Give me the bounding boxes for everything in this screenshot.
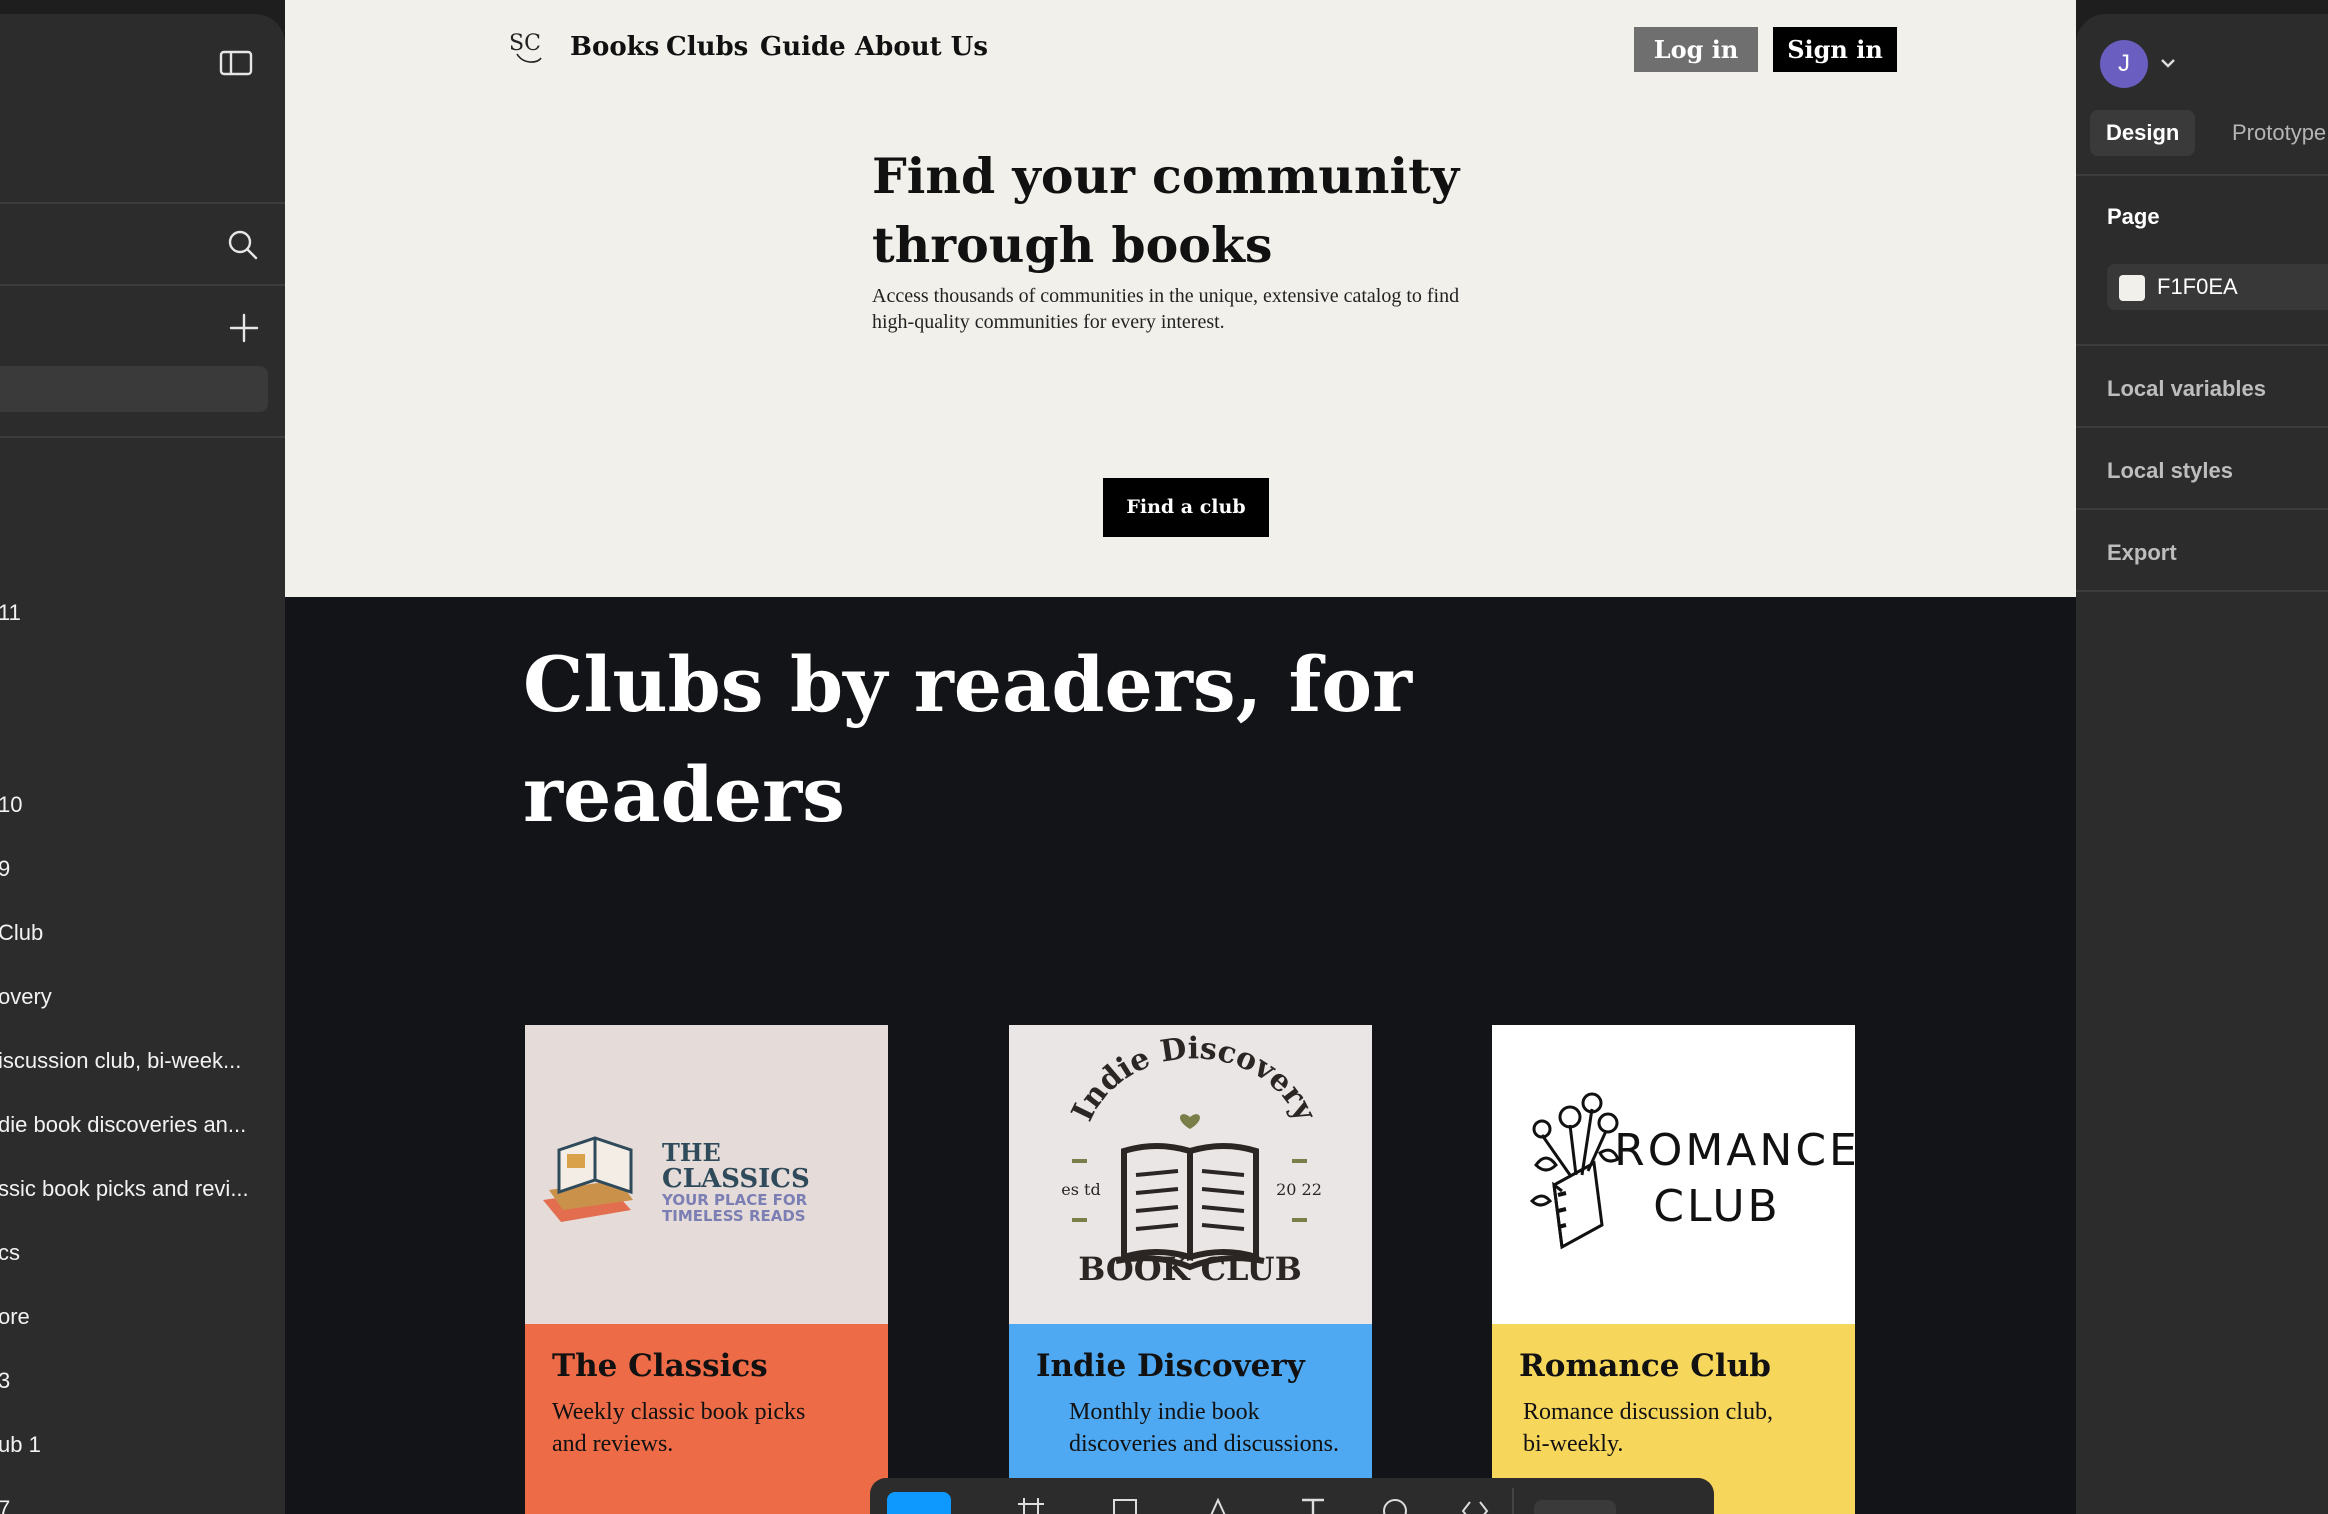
website-frame: SC Books Clubs Guide About Us Log in Sig… bbox=[285, 0, 2076, 1514]
selected-page-row[interactable] bbox=[0, 366, 268, 412]
local-variables-section[interactable]: Local variables bbox=[2107, 376, 2266, 402]
dev-mode-toggle[interactable] bbox=[1534, 1500, 1616, 1514]
divider bbox=[2076, 426, 2328, 428]
nav-link-about-us[interactable]: About Us bbox=[855, 32, 988, 62]
bottom-toolbar bbox=[870, 1478, 1714, 1514]
svg-text:20 22: 20 22 bbox=[1276, 1180, 1322, 1199]
club-card-image: THE CLASSICS YOUR PLACE FOR TIMELESS REA… bbox=[525, 1025, 888, 1324]
layer-row[interactable]: iscussion club, bi-week... bbox=[0, 1041, 278, 1081]
club-card-title: Romance Club bbox=[1519, 1348, 1771, 1384]
layer-row[interactable]: ub 1 bbox=[0, 1425, 278, 1465]
search-icon[interactable] bbox=[226, 228, 260, 262]
club-card-image: ROMANCE CLUB bbox=[1492, 1025, 1855, 1324]
text-tool-icon[interactable] bbox=[1298, 1496, 1328, 1514]
pen-tool-icon[interactable] bbox=[1204, 1496, 1234, 1514]
frame-tool-icon[interactable] bbox=[1016, 1496, 1046, 1514]
club-card-title: Indie Discovery bbox=[1036, 1348, 1305, 1384]
svg-text:es td: es td bbox=[1061, 1180, 1100, 1199]
divider bbox=[2076, 174, 2328, 176]
club-card-indie-discovery[interactable]: Indie Discovery es td 20 22 BOOK CLUB In… bbox=[1009, 1025, 1372, 1514]
tab-design[interactable]: Design bbox=[2090, 110, 2196, 156]
svg-text:SC: SC bbox=[509, 31, 541, 56]
properties-panel: J Design Prototype Page F1F0EA Local var… bbox=[2076, 14, 2328, 1514]
plus-icon[interactable] bbox=[228, 312, 260, 344]
divider bbox=[0, 202, 285, 204]
club-card-description: Weekly classic book picks and reviews. bbox=[552, 1399, 806, 1457]
layer-row[interactable]: 10 bbox=[0, 785, 278, 825]
indie-discovery-logo: Indie Discovery es td 20 22 BOOK CLUB bbox=[1061, 1031, 1323, 1288]
export-section[interactable]: Export bbox=[2107, 540, 2177, 566]
svg-text:ROMANCE: ROMANCE bbox=[1614, 1125, 1855, 1176]
page-label: Page bbox=[2107, 204, 2160, 229]
divider bbox=[2076, 344, 2328, 346]
svg-text:BOOK CLUB: BOOK CLUB bbox=[1078, 1250, 1302, 1288]
hero-title: Find your community through books bbox=[872, 147, 1460, 274]
avatar[interactable]: J bbox=[2100, 40, 2148, 88]
tab-prototype[interactable]: Prototype bbox=[2216, 110, 2328, 156]
layer-row[interactable]: 11 bbox=[0, 593, 278, 633]
chevron-down-icon[interactable] bbox=[2159, 56, 2177, 70]
local-styles-section[interactable]: Local styles bbox=[2107, 458, 2233, 484]
layer-row[interactable]: overy bbox=[0, 977, 278, 1017]
nav-link-guide[interactable]: Guide bbox=[760, 32, 846, 62]
sidebar-toggle-icon[interactable] bbox=[219, 49, 253, 77]
layer-row[interactable]: cs bbox=[0, 1233, 278, 1273]
toolbar-divider bbox=[1512, 1488, 1514, 1514]
page-color-swatch[interactable] bbox=[2119, 275, 2145, 301]
layer-row[interactable]: 9 bbox=[0, 849, 278, 889]
divider bbox=[2076, 508, 2328, 510]
move-tool-icon[interactable] bbox=[887, 1492, 951, 1514]
club-card-the-classics[interactable]: THE CLASSICS YOUR PLACE FOR TIMELESS REA… bbox=[525, 1025, 888, 1514]
site-logo[interactable]: SC bbox=[509, 28, 543, 66]
page-color-value[interactable]: F1F0EA bbox=[2157, 274, 2238, 300]
club-card-body: The Classics Weekly classic book picks a… bbox=[525, 1324, 888, 1514]
layer-row[interactable]: ssic book picks and revi... bbox=[0, 1169, 278, 1209]
svg-text:TIMELESS READS: TIMELESS READS bbox=[662, 1207, 806, 1225]
club-card-title: The Classics bbox=[552, 1348, 768, 1384]
club-card-description: Monthly indie book discoveries and discu… bbox=[1069, 1399, 1339, 1457]
layer-row[interactable]: Club bbox=[0, 913, 278, 953]
svg-text:CLUB: CLUB bbox=[1653, 1181, 1780, 1232]
svg-text:CLASSICS: CLASSICS bbox=[662, 1164, 810, 1194]
nav-link-books[interactable]: Books bbox=[570, 32, 659, 62]
layer-row[interactable]: 3 bbox=[0, 1361, 278, 1401]
club-card-romance-club[interactable]: ROMANCE CLUB Romance Club Romance discus… bbox=[1492, 1025, 1855, 1514]
divider bbox=[0, 284, 285, 286]
classics-logo: THE CLASSICS YOUR PLACE FOR TIMELESS REA… bbox=[543, 1136, 810, 1225]
hero-subtitle: Access thousands of communities in the u… bbox=[872, 285, 1460, 333]
nav-link-clubs[interactable]: Clubs bbox=[666, 32, 748, 62]
page-color-field[interactable]: F1F0EA bbox=[2107, 264, 2328, 310]
code-tool-icon[interactable] bbox=[1460, 1496, 1490, 1514]
svg-text:Indie Discovery: Indie Discovery bbox=[1065, 1031, 1323, 1128]
divider bbox=[0, 436, 285, 438]
hero-section: SC Books Clubs Guide About Us Log in Sig… bbox=[285, 0, 2076, 597]
svg-text:THE: THE bbox=[662, 1138, 721, 1167]
section-title: Clubs by readers, for readers bbox=[523, 640, 1413, 839]
layers-panel: 11 10 9 Club overy iscussion club, bi-we… bbox=[0, 14, 285, 1514]
club-card-image: Indie Discovery es td 20 22 BOOK CLUB bbox=[1009, 1025, 1372, 1324]
comment-tool-icon[interactable] bbox=[1380, 1496, 1410, 1514]
layer-row[interactable]: die book discoveries an... bbox=[0, 1105, 278, 1145]
layer-row[interactable]: ore bbox=[0, 1297, 278, 1337]
romance-club-logo: ROMANCE CLUB bbox=[1529, 1092, 1855, 1250]
log-in-button[interactable]: Log in bbox=[1634, 27, 1758, 72]
sign-in-button[interactable]: Sign in bbox=[1773, 27, 1897, 72]
layer-row[interactable]: 7 bbox=[0, 1489, 278, 1514]
club-card-description: Romance discussion club, bi-weekly. bbox=[1523, 1399, 1773, 1457]
shape-tool-icon[interactable] bbox=[1110, 1496, 1140, 1514]
find-a-club-button[interactable]: Find a club bbox=[1103, 478, 1269, 537]
divider bbox=[2076, 590, 2328, 592]
